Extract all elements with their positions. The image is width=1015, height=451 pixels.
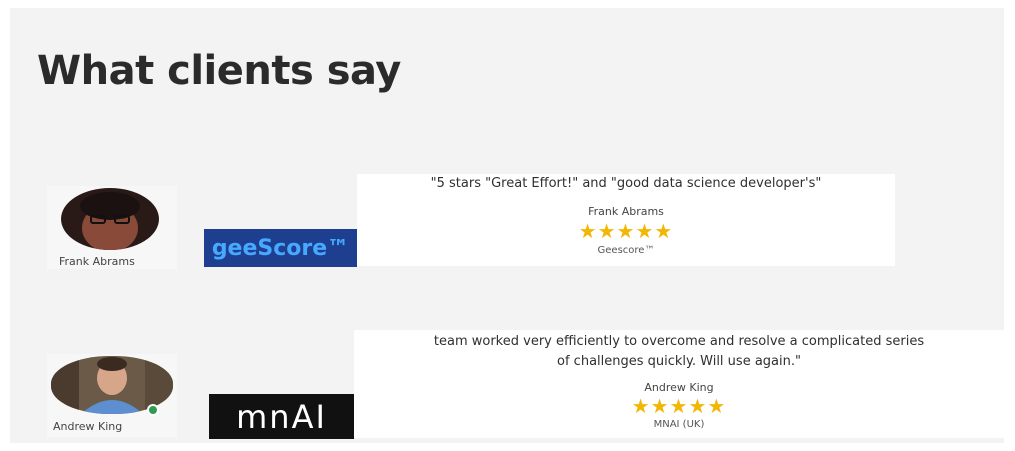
mnai-logo-text: mnAI [236,397,327,436]
geescore-logo-text: geeScore™ [211,235,350,261]
person-photo-icon [61,188,159,250]
star-rating-icon: ★★★★★ [578,219,674,243]
reviewer-name: Frank Abrams [588,205,664,218]
review-quote-line: "5 stars "Great Effort!" and "good data … [430,176,822,191]
review-quote: team worked very efficiently to overcome… [354,332,1004,372]
avatar-card-andrew: Andrew King [47,354,177,437]
review-quote-line: of challenges quickly. Will use again." [557,354,801,369]
avatar-name: Frank Abrams [59,255,135,268]
section-title: What clients say [37,48,401,94]
online-status-icon [147,404,159,416]
reviewer-company: Geescore™ [597,245,655,256]
reviewer-name: Andrew King [644,381,714,394]
review-quote-line: team worked very efficiently to overcome… [433,334,925,349]
review-quote: "5 stars "Great Effort!" and "good data … [357,174,895,194]
review-card: team worked very efficiently to overcome… [354,330,1004,438]
geescore-logo: geeScore™ [204,229,357,267]
star-rating-icon: ★★★★★ [631,394,727,418]
review-card: "5 stars "Great Effort!" and "good data … [357,174,895,266]
reviewer-company: MNAI (UK) [653,419,705,430]
avatar-name: Andrew King [53,420,123,433]
avatar-card-frank: Frank Abrams [47,186,177,269]
mnai-logo: mnAI [209,394,354,439]
avatar [61,188,159,250]
